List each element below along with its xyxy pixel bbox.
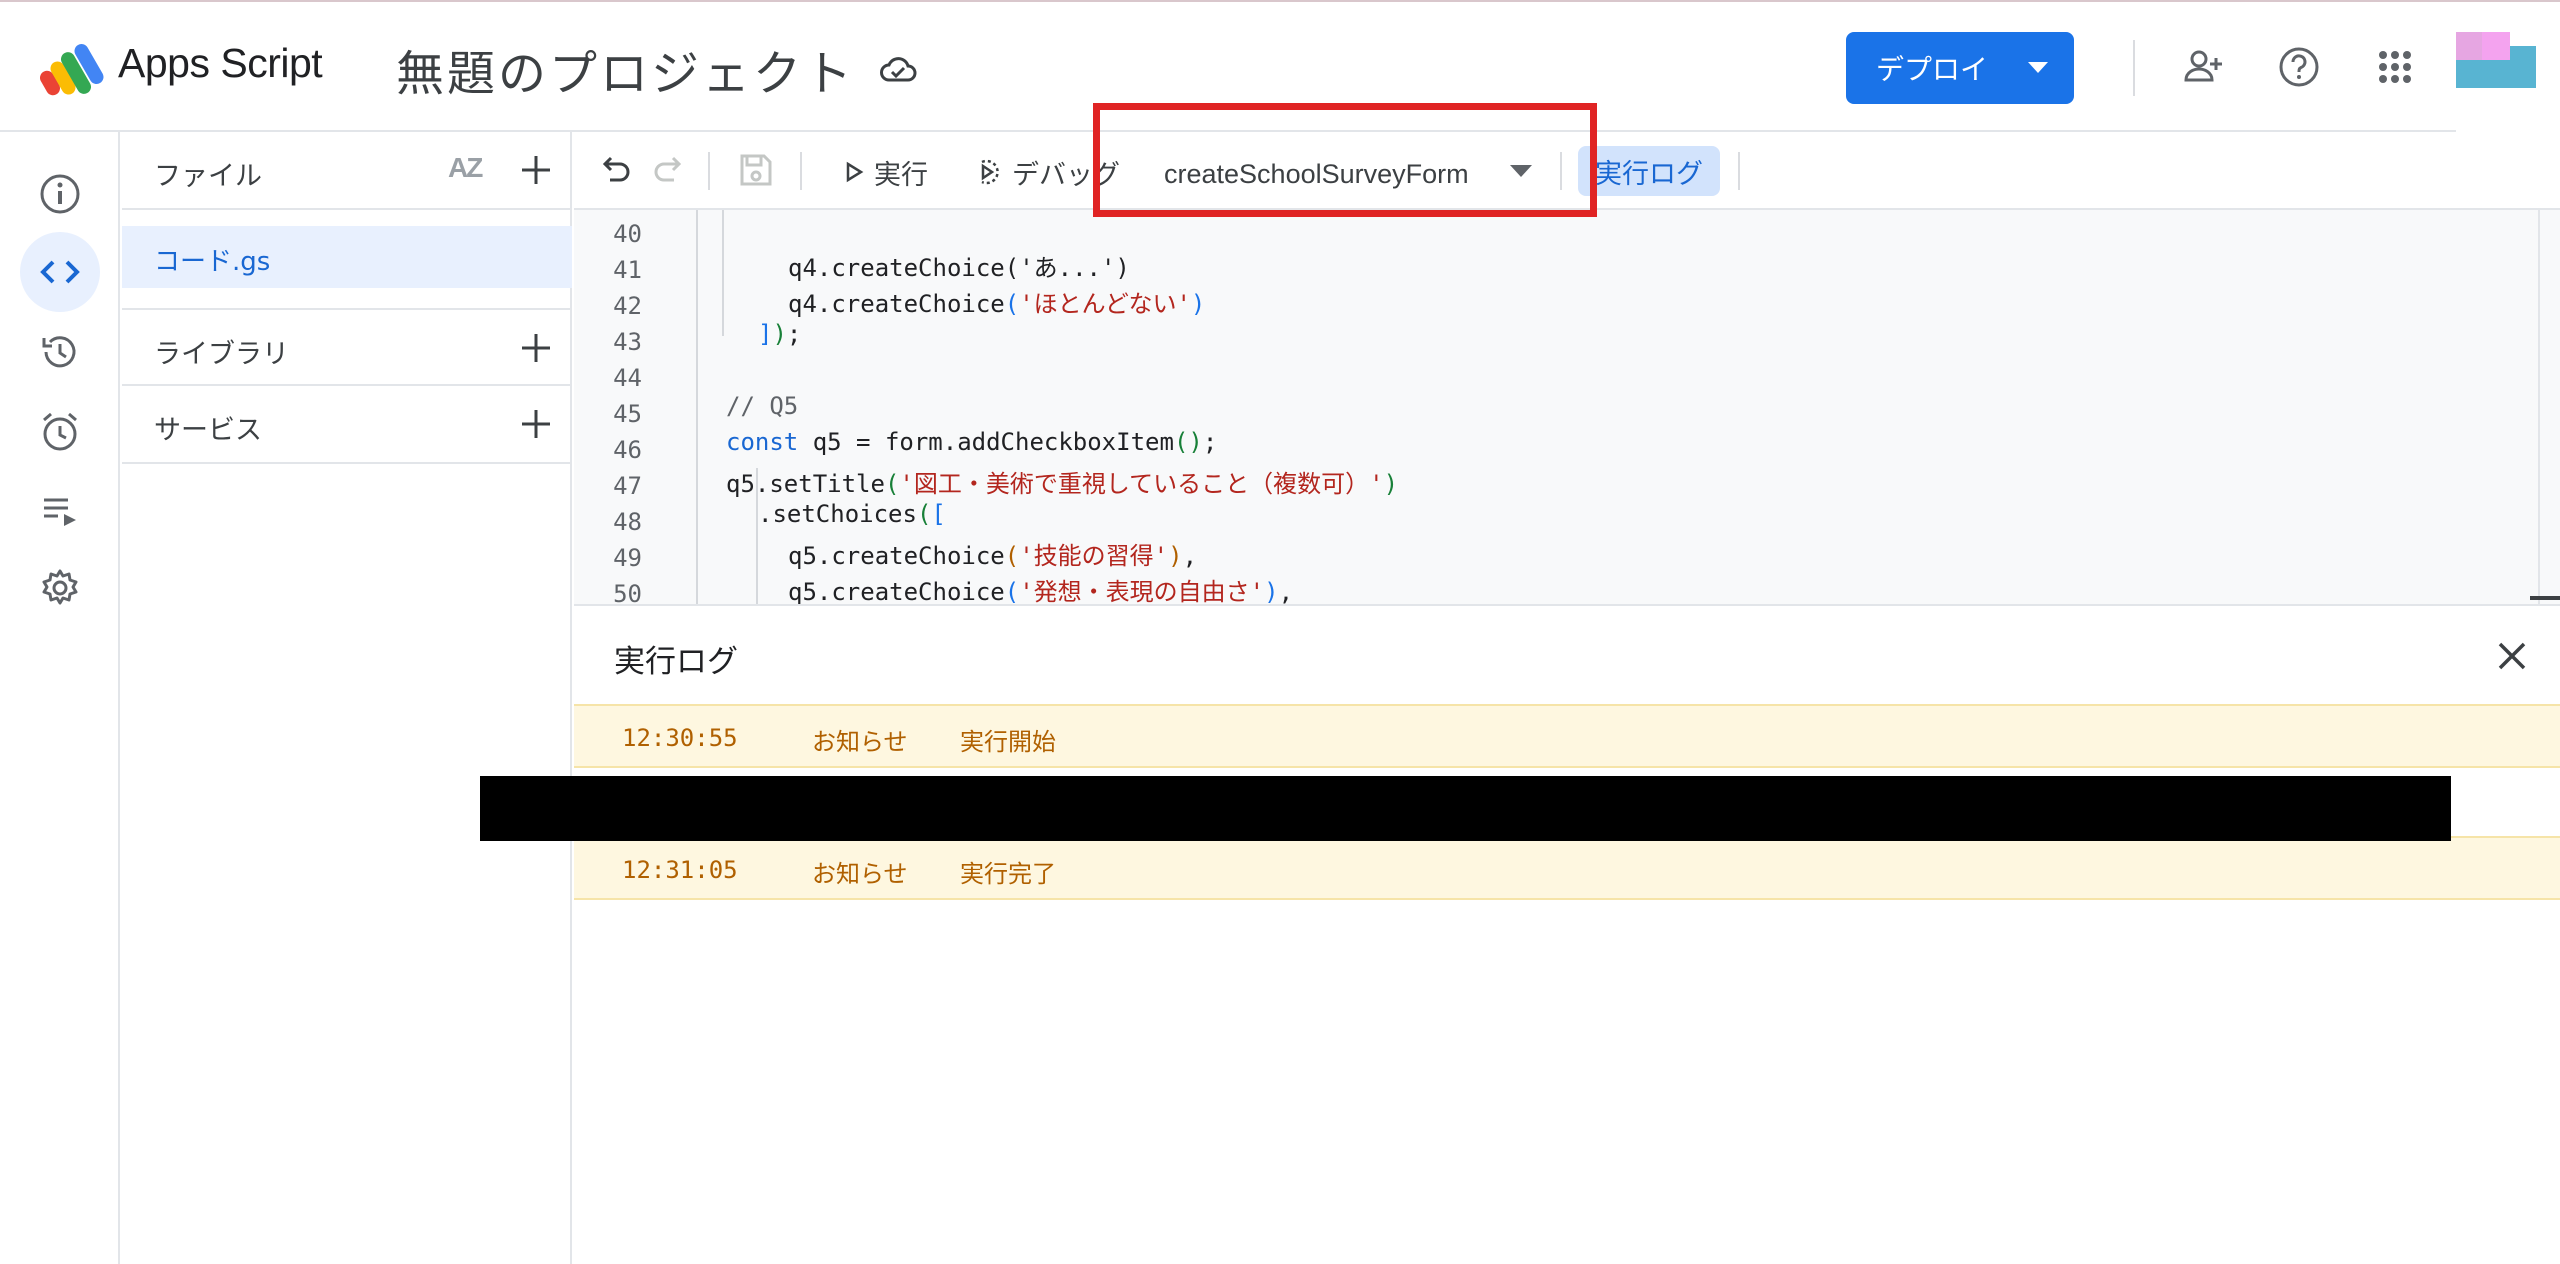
info-icon (40, 174, 80, 214)
add-service-icon[interactable] (518, 406, 554, 442)
files-header: ファイル AZ (122, 132, 572, 210)
services-section: サービス (122, 386, 572, 464)
help-icon[interactable] (2276, 44, 2322, 90)
execution-log-toggle[interactable]: 実行ログ (1578, 146, 1720, 196)
sort-az-icon[interactable]: AZ (448, 152, 483, 184)
rail-overview[interactable] (20, 154, 100, 234)
files-panel: ファイル AZ コード.gs ライブラリ サービス (122, 132, 572, 1264)
file-item-name: コード.gs (154, 247, 271, 277)
header-divider (2133, 40, 2135, 96)
execution-log-title: 実行ログ (614, 644, 738, 680)
libraries-section: ライブラリ (122, 308, 572, 386)
play-icon (846, 161, 864, 183)
services-label: サービス (154, 415, 262, 446)
code-line: 42 ]); (574, 264, 2504, 348)
executions-icon (44, 498, 76, 526)
add-person-icon[interactable] (2180, 44, 2226, 90)
code-line: 50 q5.createChoice('完成度・作品の出来'), (574, 552, 2504, 604)
apps-script-logo[interactable] (40, 42, 110, 98)
code-editor[interactable]: 40 q4.createChoice('あ...') 41 q4.createC… (574, 210, 2560, 604)
deploy-button[interactable]: デプロイ (1846, 32, 2074, 104)
run-button-label: 実行 (874, 159, 928, 191)
code-line: 48 q5.createChoice('技能の習得'), (574, 480, 2504, 570)
redacted-region (480, 776, 2451, 841)
toolbar-divider (800, 152, 802, 190)
log-row: 12:30:55 お知らせ 実行開始 (574, 704, 2560, 768)
log-level: お知らせ (812, 728, 908, 756)
editor-scrollbar[interactable] (2538, 210, 2560, 604)
code-line: 46 q5.setTitle('図工・美術で重視していること（複数可）') (574, 408, 2504, 498)
code-line: 49 q5.createChoice('発想・表現の自由さ'), (574, 516, 2504, 604)
log-message: 実行完了 (960, 860, 1056, 888)
run-button[interactable]: 実行 (842, 152, 928, 192)
project-title[interactable]: 無題のプロジェクト (396, 34, 855, 104)
annotation-highlight-box (1093, 103, 1597, 217)
code-line: 41 q4.createChoice('ほとんどない') (574, 228, 2504, 318)
execution-log-panel: 実行ログ 12:30:55 お知らせ 実行開始 12:31:05 お知らせ 実行… (574, 604, 2560, 1264)
rail-editor[interactable] (20, 232, 100, 312)
apps-grid-icon[interactable] (2372, 44, 2418, 90)
avatar[interactable] (2456, 32, 2536, 88)
log-time: 12:31:05 (622, 856, 738, 884)
add-library-icon[interactable] (518, 330, 554, 366)
code-line: 45 const q5 = form.addCheckboxItem(); (574, 372, 2504, 456)
code-icon (40, 260, 80, 284)
rail-history[interactable] (20, 312, 100, 392)
deploy-button-label: デプロイ (1876, 53, 1989, 86)
alarm-icon (43, 412, 77, 451)
settings-icon (42, 569, 78, 605)
code-line: 47 .setChoices([ (574, 444, 2504, 528)
add-file-icon[interactable] (518, 152, 554, 188)
rail-executions[interactable] (20, 470, 100, 550)
log-row: 12:31:05 お知らせ 実行完了 (574, 836, 2560, 900)
cloud-sync-icon (880, 57, 917, 82)
code-line: 44 // Q5 (574, 336, 2504, 420)
toolbar-divider (708, 152, 710, 190)
rail-triggers[interactable] (20, 392, 100, 472)
history-icon (42, 336, 76, 368)
log-message: 実行開始 (960, 728, 1056, 756)
file-item[interactable]: コード.gs (122, 226, 572, 288)
left-rail (0, 132, 120, 1264)
debug-icon (981, 159, 999, 185)
libraries-label: ライブラリ (154, 339, 289, 370)
scrollbar-marker (2530, 596, 2560, 600)
close-icon[interactable] (2492, 636, 2532, 676)
save-icon[interactable] (736, 150, 776, 190)
caret-down-icon[interactable] (2028, 62, 2048, 73)
toolbar-divider (1738, 152, 1740, 190)
app-name[interactable]: Apps Script (118, 40, 323, 87)
log-level: お知らせ (812, 860, 908, 888)
code-line: 43 (574, 300, 2504, 356)
rail-settings[interactable] (20, 548, 100, 628)
redo-icon[interactable] (650, 150, 690, 190)
undo-icon[interactable] (594, 150, 634, 190)
files-title: ファイル (154, 161, 262, 192)
log-time: 12:30:55 (622, 724, 738, 752)
code-line: 51 q5.createChoice('活動への意欲') (574, 588, 2504, 604)
